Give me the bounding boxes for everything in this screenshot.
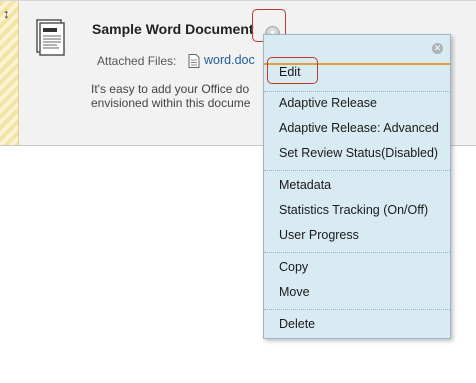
- close-icon[interactable]: ✕: [432, 43, 443, 54]
- menu-item-delete[interactable]: Delete: [279, 317, 315, 331]
- item-title[interactable]: Sample Word Document: [92, 21, 254, 37]
- move-vertical-icon[interactable]: ↕: [3, 7, 10, 20]
- menu-separator: [264, 252, 450, 253]
- edit-highlight: [267, 57, 318, 84]
- attached-files-label: Attached Files:: [97, 54, 177, 68]
- menu-item-metadata[interactable]: Metadata: [279, 178, 331, 192]
- menu-item-adaptive-release[interactable]: Adaptive Release: [279, 96, 377, 110]
- menu-item-copy[interactable]: Copy: [279, 260, 308, 274]
- menu-item-statistics-tracking[interactable]: Statistics Tracking (On/Off): [279, 203, 428, 217]
- menu-separator: [264, 170, 450, 171]
- menu-separator: [264, 91, 450, 92]
- menu-item-adaptive-release-advanced[interactable]: Adaptive Release: Advanced: [279, 121, 439, 135]
- menu-item-set-review-status[interactable]: Set Review Status(Disabled): [279, 146, 438, 160]
- menu-separator: [264, 309, 450, 310]
- document-icon: [36, 19, 65, 56]
- menu-item-move[interactable]: Move: [279, 285, 310, 299]
- file-icon: [188, 54, 200, 68]
- context-menu: ✕ Edit Adaptive Release Adaptive Release…: [263, 34, 451, 339]
- attached-file-link[interactable]: word.doc: [204, 53, 255, 67]
- menu-item-user-progress[interactable]: User Progress: [279, 228, 359, 242]
- drag-handle[interactable]: ↕: [0, 1, 19, 145]
